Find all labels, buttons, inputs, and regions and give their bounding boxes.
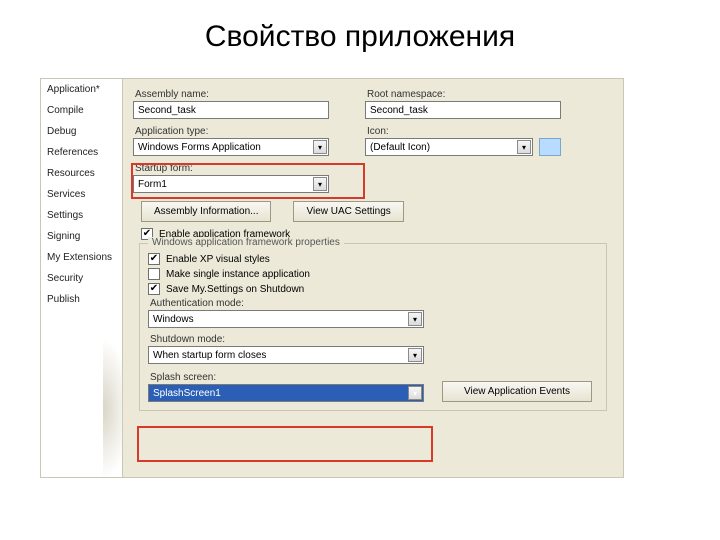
chevron-down-icon: ▾ — [408, 386, 422, 400]
tab-signing[interactable]: Signing — [41, 226, 122, 247]
tab-services[interactable]: Services — [41, 184, 122, 205]
single-instance-label: Make single instance application — [166, 269, 310, 280]
splash-screen-combo[interactable]: SplashScreen1 ▾ — [148, 384, 424, 402]
assembly-name-input[interactable]: Second_task — [133, 101, 329, 119]
auth-mode-combo[interactable]: Windows ▾ — [148, 310, 424, 328]
startup-form-combo[interactable]: Form1 ▾ — [133, 175, 329, 193]
root-namespace-input[interactable]: Second_task — [365, 101, 561, 119]
splash-screen-label: Splash screen: — [150, 372, 424, 383]
view-uac-settings-button[interactable]: View UAC Settings — [293, 201, 403, 222]
checkbox-icon: ✔ — [148, 283, 160, 295]
save-settings-checkbox[interactable]: ✔ Save My.Settings on Shutdown — [148, 283, 598, 295]
chevron-down-icon: ▾ — [313, 177, 327, 191]
fieldset-legend: Windows application framework properties — [148, 237, 344, 248]
framework-properties-fieldset: Windows application framework properties… — [139, 243, 607, 411]
auth-mode-label: Authentication mode: — [150, 298, 598, 309]
tab-settings[interactable]: Settings — [41, 205, 122, 226]
checkbox-icon: ✔ — [148, 253, 160, 265]
tab-publish[interactable]: Publish — [41, 289, 122, 310]
checkbox-icon — [148, 268, 160, 280]
tab-resources[interactable]: Resources — [41, 163, 122, 184]
assembly-name-label: Assembly name: — [135, 89, 329, 100]
tab-debug[interactable]: Debug — [41, 121, 122, 142]
root-namespace-label: Root namespace: — [367, 89, 561, 100]
icon-label: Icon: — [367, 126, 561, 137]
application-type-combo[interactable]: Windows Forms Application ▾ — [133, 138, 329, 156]
tab-application[interactable]: Application* — [41, 79, 122, 100]
assembly-information-button[interactable]: Assembly Information... — [141, 201, 271, 222]
icon-preview — [539, 138, 561, 156]
single-instance-checkbox[interactable]: Make single instance application — [148, 268, 598, 280]
xp-styles-checkbox[interactable]: ✔ Enable XP visual styles — [148, 253, 598, 265]
tab-references[interactable]: References — [41, 142, 122, 163]
chevron-down-icon: ▾ — [408, 312, 422, 326]
view-application-events-button[interactable]: View Application Events — [442, 381, 592, 402]
page-title: Свойство приложения — [0, 0, 720, 70]
shutdown-mode-combo[interactable]: When startup form closes ▾ — [148, 346, 424, 364]
xp-styles-label: Enable XP visual styles — [166, 254, 270, 265]
tab-list: Application* Compile Debug References Re… — [41, 79, 123, 477]
chevron-down-icon: ▾ — [517, 140, 531, 154]
properties-panel: Application* Compile Debug References Re… — [40, 78, 624, 478]
startup-form-label: Startup form: — [135, 163, 329, 174]
tab-my-extensions[interactable]: My Extensions — [41, 247, 122, 268]
application-page: Assembly name: Second_task Root namespac… — [123, 79, 623, 477]
chevron-down-icon: ▾ — [408, 348, 422, 362]
tab-security[interactable]: Security — [41, 268, 122, 289]
tab-compile[interactable]: Compile — [41, 100, 122, 121]
shutdown-mode-label: Shutdown mode: — [150, 334, 598, 345]
icon-combo[interactable]: (Default Icon) ▾ — [365, 138, 533, 156]
application-type-label: Application type: — [135, 126, 329, 137]
save-settings-label: Save My.Settings on Shutdown — [166, 284, 304, 295]
chevron-down-icon: ▾ — [313, 140, 327, 154]
